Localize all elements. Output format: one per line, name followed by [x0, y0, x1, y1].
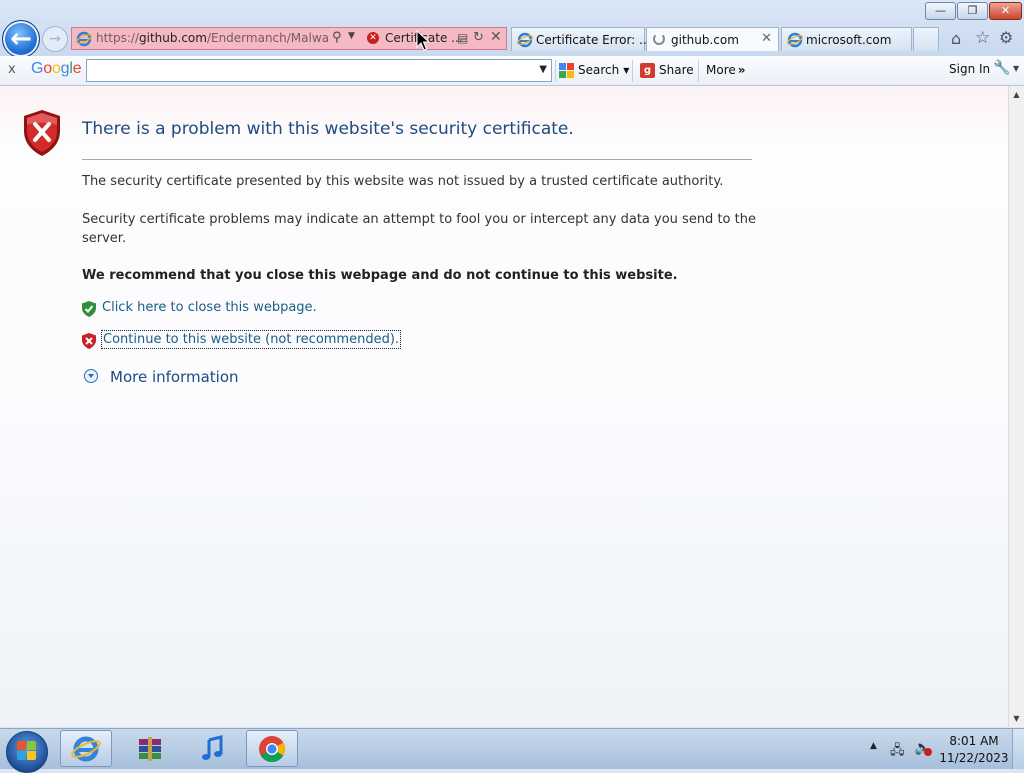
toolbar-divider [632, 60, 633, 82]
browser-title-bar: — ❐ ✕ ← → https://github.com/Endermanch/… [0, 0, 1024, 58]
ie-page-icon [517, 32, 533, 48]
search-button-label: Search [578, 63, 620, 77]
favorites-star-icon[interactable]: ☆ [975, 28, 990, 48]
tab-label: Certificate Error: ... [536, 33, 651, 47]
itunes-music-note-icon [202, 734, 223, 760]
green-shield-icon [82, 301, 96, 317]
back-button[interactable]: ← [2, 20, 40, 58]
minimize-button[interactable]: — [925, 2, 956, 20]
refresh-icon[interactable]: ↻ [473, 30, 484, 45]
double-chevron-right-icon: » [737, 63, 746, 77]
new-tab-button[interactable] [913, 27, 939, 51]
back-arrow-icon: ← [10, 24, 32, 54]
close-toolbar-icon[interactable]: x [8, 62, 16, 77]
url-scheme: https:// [96, 31, 140, 45]
internet-explorer-icon [71, 736, 101, 761]
vertical-scrollbar[interactable]: ▲ ▼ [1008, 86, 1024, 727]
close-tab-icon[interactable]: ✕ [761, 31, 772, 46]
url-path: /Endermanch/MalwareD [206, 31, 328, 45]
google-toolbar: x Google ▼ Search ▼ g Share More » Sign … [0, 56, 1024, 86]
taskbar-internet-explorer[interactable] [60, 730, 112, 767]
tab-label: github.com [671, 33, 739, 47]
google-search-input[interactable]: ▼ [86, 59, 552, 82]
scroll-up-icon[interactable]: ▲ [1009, 90, 1024, 99]
toolbar-divider [555, 60, 556, 82]
address-bar[interactable]: https://github.com/Endermanch/MalwareD ⚲… [71, 27, 507, 50]
error-description: The security certificate presented by th… [82, 174, 724, 189]
ie-page-icon [76, 31, 92, 47]
chevron-down-icon: ▼ [623, 65, 630, 75]
red-shield-icon [82, 333, 96, 349]
more-information-link[interactable]: More information [110, 368, 239, 386]
error-shield-icon [24, 110, 60, 156]
maximize-button[interactable]: ❐ [957, 2, 988, 20]
more-button-label: More [706, 63, 736, 77]
google-search-icon [559, 62, 574, 78]
google-logo: Google [31, 60, 82, 77]
taskbar-chrome[interactable] [246, 730, 298, 767]
continue-to-website-link[interactable]: Continue to this website (not recommende… [100, 330, 402, 349]
ie-page-icon [787, 32, 803, 48]
share-button[interactable]: g Share [640, 59, 694, 81]
taskbar-winrar[interactable] [124, 730, 176, 767]
tab-github[interactable]: github.com ✕ [646, 27, 779, 51]
mouse-cursor-icon [416, 30, 430, 51]
close-webpage-link[interactable]: Click here to close this webpage. [102, 300, 317, 315]
show-desktop-button[interactable] [1012, 729, 1024, 769]
chevron-down-icon[interactable]: ▼ [348, 31, 355, 41]
start-button[interactable] [6, 731, 48, 773]
page-title: There is a problem with this website's s… [82, 119, 574, 139]
close-window-button[interactable]: ✕ [989, 2, 1022, 20]
stop-icon[interactable]: ✕ [490, 29, 502, 45]
scroll-down-icon[interactable]: ▼ [1009, 714, 1024, 723]
url-domain: github.com [139, 31, 207, 45]
wrench-icon[interactable]: 🔧 [993, 60, 1010, 76]
sign-in-button[interactable]: Sign In [949, 62, 990, 76]
forward-button[interactable]: → [42, 26, 68, 52]
forward-arrow-icon: → [49, 31, 61, 47]
winrar-icon [139, 736, 161, 761]
chevron-down-icon[interactable]: ▼ [539, 64, 547, 75]
loading-spinner-icon [653, 33, 665, 45]
show-hidden-icons-button[interactable]: ▲ [870, 741, 877, 751]
share-icon: g [640, 62, 655, 78]
search-icon[interactable]: ⚲ [332, 30, 342, 45]
tab-certificate-error[interactable]: Certificate Error: ... [511, 27, 651, 51]
clock-date[interactable]: 11/22/2023 [938, 751, 1010, 765]
error-warning-text: Security certificate problems may indica… [82, 212, 756, 246]
clock-time[interactable]: 8:01 AM [944, 734, 1004, 748]
tab-microsoft[interactable]: microsoft.com [781, 27, 912, 51]
mute-indicator-icon [924, 748, 932, 756]
taskbar-itunes[interactable] [186, 730, 238, 767]
expand-chevron-icon[interactable] [84, 369, 98, 383]
share-button-label: Share [659, 63, 694, 77]
divider [82, 159, 752, 160]
compatibility-view-icon[interactable]: ▤ [457, 31, 468, 45]
more-button[interactable]: More » [706, 59, 746, 81]
address-url[interactable]: https://github.com/Endermanch/MalwareD [96, 31, 328, 47]
toolbar-divider [698, 60, 699, 82]
network-icon[interactable]: 🖧 [890, 741, 905, 763]
chevron-down-icon[interactable]: ▼ [1013, 64, 1019, 73]
certificate-error-icon[interactable]: ✕ [367, 32, 379, 44]
recommendation-text: We recommend that you close this webpage… [82, 268, 678, 283]
chrome-icon [259, 735, 286, 762]
tab-label: microsoft.com [806, 33, 892, 47]
home-icon[interactable]: ⌂ [951, 29, 961, 48]
taskbar: ▲ 🖧 🔈 8:01 AM 11/22/2023 [0, 728, 1024, 773]
search-button[interactable]: Search ▼ [559, 59, 629, 81]
gear-icon[interactable]: ⚙ [999, 28, 1013, 47]
